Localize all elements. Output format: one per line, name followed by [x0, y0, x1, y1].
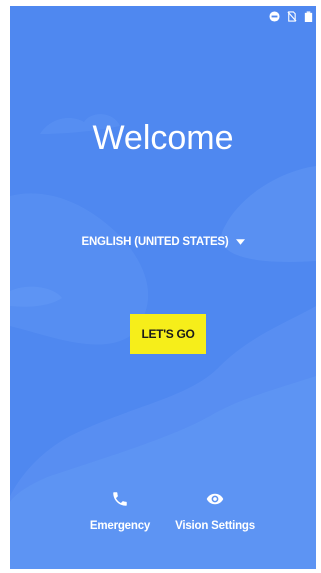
language-label: ENGLISH (UNITED STATES) [81, 236, 229, 248]
emergency-button[interactable]: Emergency [80, 490, 160, 532]
lets-go-button[interactable]: LET'S GO [130, 314, 206, 354]
do-not-disturb-icon [269, 11, 280, 22]
no-sim-icon [286, 11, 297, 22]
battery-icon [303, 11, 314, 22]
language-selector[interactable]: ENGLISH (UNITED STATES) [10, 236, 316, 248]
eye-icon [206, 490, 224, 508]
caret-down-icon [235, 239, 245, 245]
welcome-screen: Welcome ENGLISH (UNITED STATES) LET'S GO… [10, 6, 316, 569]
phone-icon [111, 490, 129, 508]
cloud-background [10, 114, 316, 569]
emergency-label: Emergency [89, 520, 151, 532]
page-title: Welcome [92, 119, 234, 157]
vision-settings-label: Vision Settings [175, 520, 255, 532]
status-bar [10, 6, 316, 30]
vision-settings-button[interactable]: Vision Settings [165, 490, 265, 532]
